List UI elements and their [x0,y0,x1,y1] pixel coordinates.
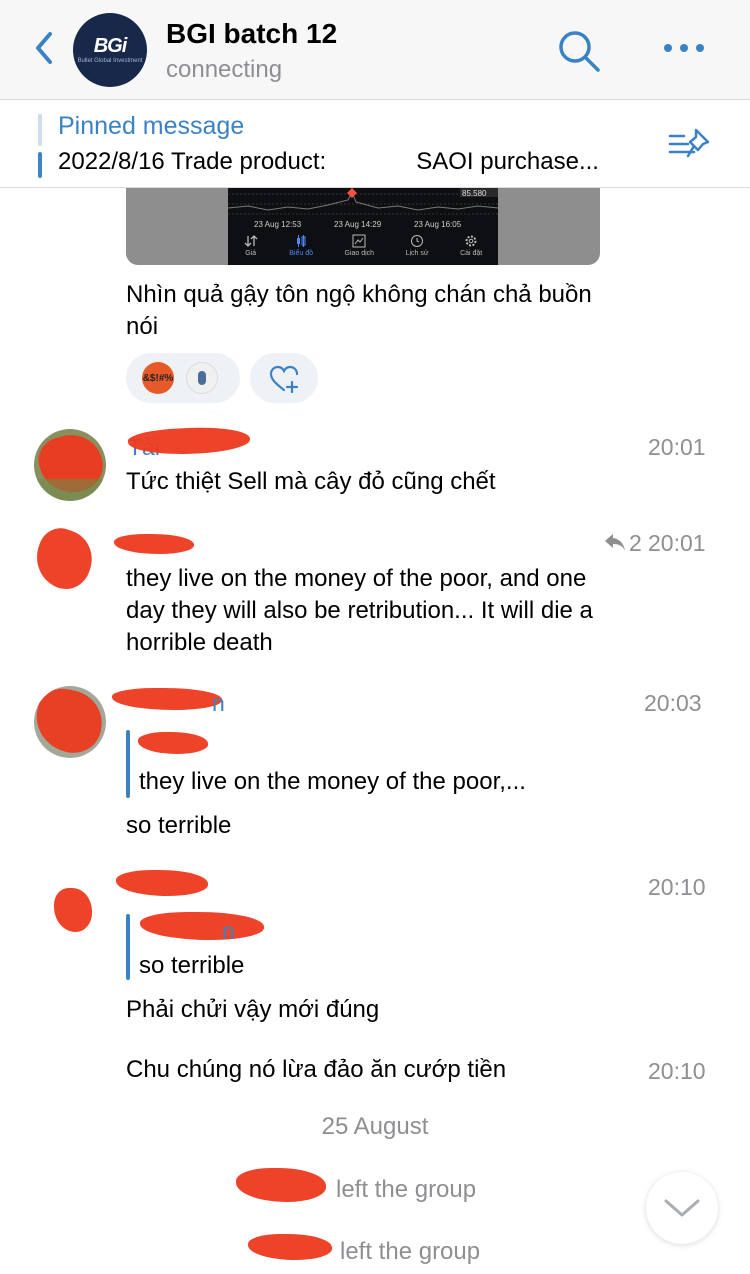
redaction-mark[interactable] [236,1168,326,1202]
reply-arrow-icon[interactable] [603,531,627,553]
service-message: left the group [340,1238,481,1265]
reply-quote-text[interactable]: they live on the money of the poor,... [139,768,526,796]
chart-box-icon [352,234,366,248]
avatar[interactable] [34,686,106,758]
redaction-mark[interactable] [140,912,264,940]
tab-history-label: Lịch sử [405,250,429,257]
service-message: left the group [336,1176,477,1203]
tab-settings-label: Cài đặt [460,250,483,257]
message-time: 20:01 [648,530,706,556]
group-logo-subtext: Bullet Global Investment [77,58,143,64]
message-text: Chu chúng nó lừa đảo ăn cướp tiền [126,1056,507,1083]
add-reaction-button[interactable] [250,353,318,403]
add-reaction-icon [269,365,299,393]
message-text: so terrible [126,812,232,839]
reactor-avatar [186,362,218,394]
back-chevron-icon[interactable] [30,28,60,68]
more-icon[interactable] [662,38,706,58]
price-chart: 85.580 [228,188,498,215]
date-separator: 25 August [321,1113,429,1140]
tab-chart-label: Biểu đồ [289,250,313,257]
pinned-text-right: SAOI purchase... [416,148,599,175]
arrows-icon [244,235,258,247]
message-text: Tức thiệt Sell mà cây đỏ cũng chết [126,468,496,495]
replies-count[interactable]: 2 [629,530,642,557]
reply-quote-bar [126,914,130,980]
tab-chart: Biểu đồ [289,234,313,265]
pinned-message-bar[interactable]: Pinned message 2022/8/16 Trade product: S… [0,100,750,188]
message-time: 20:10 [648,874,706,900]
pinned-title: Pinned message [58,112,245,140]
pin-indicator [38,114,42,146]
tab-history: Lịch sử [406,234,429,265]
message-time: 20:01 [648,434,706,460]
avatar[interactable] [34,429,106,501]
app-tabbar: Giá Biểu đồ Giao dịch Lịch sử Cài đặt [228,234,498,265]
reply-sender-name[interactable]: n [222,918,235,945]
pinned-list-icon[interactable] [668,126,712,162]
chat-title[interactable]: BGI batch 12 [166,18,337,50]
scroll-down-button[interactable] [646,1172,718,1244]
message-text: Nhìn quả gậy tôn ngộ không chán chả buồn… [126,281,592,340]
reply-quote-text[interactable]: so terrible [139,952,244,980]
tab-trade: Giao dịch [344,234,375,265]
message-time: 20:03 [644,690,702,716]
chart-time-2: 23 Aug 14:29 [334,220,382,229]
redaction-mark[interactable] [248,1234,332,1260]
chart-time-1: 23 Aug 12:53 [254,220,302,229]
chat-header: BGi Bullet Global Investment BGI batch 1… [0,0,750,100]
tab-price-label: Giá [245,250,257,257]
redaction-mark[interactable] [138,732,208,754]
tab-price: Giá [244,234,258,265]
pinned-text: 2022/8/16 Trade product: SAOI purchase... [58,148,664,176]
search-icon[interactable] [556,28,602,74]
avatar[interactable] [27,522,101,596]
screenshot-thumbnail: 85.580 23 Aug 12:53 23 Aug 14:29 23 Aug … [228,188,498,265]
chevron-down-icon [664,1199,700,1217]
group-avatar[interactable]: BGi Bullet Global Investment [73,13,147,87]
redaction-mark [112,688,222,710]
photo-message[interactable]: 85.580 23 Aug 12:53 23 Aug 14:29 23 Aug … [126,188,600,265]
redaction-mark [116,870,208,896]
pin-indicator-active [38,152,42,178]
reaction-chip[interactable]: &$!#% [126,353,240,403]
group-logo-text: BGi [93,35,128,57]
chat-status: connecting [166,56,283,83]
message-text: Phải chửi vậy mới đúng [126,996,380,1023]
candles-icon [297,235,306,247]
tab-settings: Cài đặt [460,234,482,265]
message-time: 20:10 [648,1058,706,1084]
pinned-text-left: 2022/8/16 Trade product: [58,148,327,175]
redaction-mark [114,534,194,554]
message-text: they live on the money of the poor, and … [126,565,593,656]
avatar[interactable] [54,888,92,932]
price-label: 85.580 [462,189,487,198]
reply-quote-bar [126,730,130,798]
chart-time-3: 23 Aug 16:05 [414,220,462,229]
gear-icon [465,235,477,247]
tab-trade-label: Giao dịch [344,250,375,257]
clock-icon [411,235,424,247]
sender-name[interactable]: n [212,690,225,717]
angry-emoji-icon: &$!#% [142,362,174,394]
